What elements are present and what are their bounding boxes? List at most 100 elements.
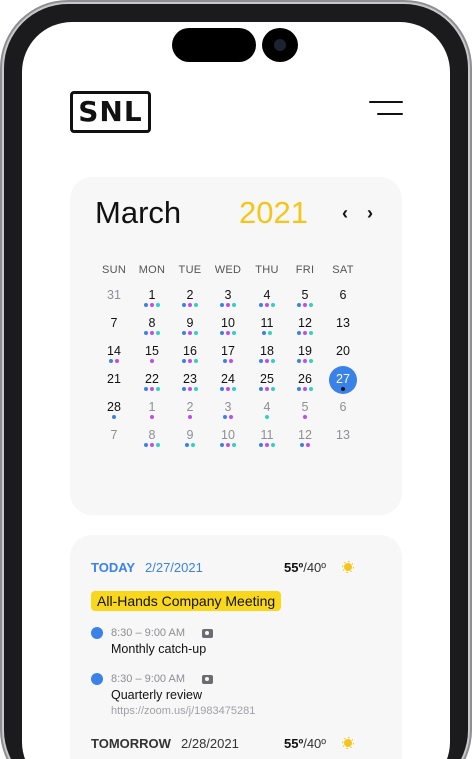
event-title[interactable]: Monthly catch-up: [111, 642, 206, 656]
calendar-day[interactable]: 4: [253, 287, 281, 313]
calendar-day[interactable]: 5: [291, 399, 319, 425]
calendar-day[interactable]: 9: [176, 427, 204, 453]
event-dot-blue: [220, 331, 224, 335]
month-title: March: [95, 195, 182, 230]
event-dot-teal: [309, 359, 313, 363]
weekday-label: SUN: [101, 264, 127, 276]
event-dot-purple: [226, 443, 230, 447]
day-number: 10: [221, 428, 235, 442]
day-number: 31: [107, 288, 121, 302]
day-number: 4: [263, 288, 271, 302]
video-icon: [202, 629, 213, 638]
event-dot-teal: [156, 443, 160, 447]
calendar-day[interactable]: 11: [253, 427, 281, 453]
calendar-day[interactable]: 15: [138, 343, 166, 369]
calendar-day[interactable]: 10: [214, 427, 242, 453]
today-temp-high: 55º: [284, 560, 304, 575]
event-dots: [176, 415, 204, 419]
event-dot-blue: [144, 303, 148, 307]
tomorrow-weather: 55º/40º: [284, 736, 326, 751]
calendar-day[interactable]: 22: [138, 371, 166, 397]
event-dot-blue: [112, 415, 116, 419]
calendar-day[interactable]: 26: [291, 371, 319, 397]
calendar-day[interactable]: 14: [100, 343, 128, 369]
hamburger-icon-line-bottom: [377, 113, 403, 115]
calendar-day[interactable]: 10: [214, 315, 242, 341]
highlight-event[interactable]: All-Hands Company Meeting: [91, 591, 282, 611]
event-dots: [253, 359, 281, 363]
calendar-day[interactable]: 3: [214, 287, 242, 313]
day-number: 8: [148, 428, 156, 442]
calendar-day[interactable]: 13: [329, 427, 357, 453]
day-number: 4: [263, 400, 271, 414]
calendar-day[interactable]: 9: [176, 315, 204, 341]
event-dot-blue: [182, 303, 186, 307]
event-dots: [214, 303, 242, 307]
calendar-day[interactable]: 16: [176, 343, 204, 369]
today-label: TODAY: [91, 560, 136, 575]
sun-icon: [340, 735, 356, 751]
calendar-day[interactable]: 19: [291, 343, 319, 369]
event-dot-teal: [194, 303, 198, 307]
event-dot-blue: [185, 443, 189, 447]
calendar-day[interactable]: 6: [329, 399, 357, 425]
event-dots: [291, 443, 319, 447]
menu-button[interactable]: [367, 98, 403, 120]
event-dot-purple: [226, 331, 230, 335]
calendar-day[interactable]: 18: [253, 343, 281, 369]
calendar-day[interactable]: 17: [214, 343, 242, 369]
event-dot-teal: [309, 331, 313, 335]
day-number: 21: [107, 372, 121, 386]
day-number: 12: [298, 428, 312, 442]
calendar-day[interactable]: 1: [138, 287, 166, 313]
calendar-day[interactable]: 12: [291, 427, 319, 453]
calendar-day[interactable]: 13: [329, 315, 357, 341]
day-number: 10: [221, 316, 235, 330]
sun-icon: [340, 559, 356, 575]
calendar-day[interactable]: 3: [214, 399, 242, 425]
event-dot-teal: [194, 387, 198, 391]
calendar-day[interactable]: 8: [138, 315, 166, 341]
day-number: 28: [107, 400, 121, 414]
day-number: 1: [148, 288, 156, 302]
event-dot-purple: [303, 303, 307, 307]
logo[interactable]: SNL: [70, 91, 151, 133]
calendar-day[interactable]: 23: [176, 371, 204, 397]
calendar-day[interactable]: 7: [100, 315, 128, 341]
calendar-day[interactable]: 21: [100, 371, 128, 397]
event-dot-teal: [265, 415, 269, 419]
calendar-day[interactable]: 2: [176, 399, 204, 425]
today-weather: 55º/40º: [284, 560, 326, 575]
calendar-day[interactable]: 12: [291, 315, 319, 341]
event-dots: [214, 331, 242, 335]
calendar-day[interactable]: 7: [100, 427, 128, 453]
calendar-day[interactable]: 24: [214, 371, 242, 397]
event-dot-blue: [220, 443, 224, 447]
day-number: 18: [260, 344, 274, 358]
next-month-button[interactable]: ›: [361, 203, 379, 224]
event-title[interactable]: Quarterly review: [111, 688, 202, 702]
event-dots: [214, 443, 242, 447]
event-dot-dark: [341, 387, 345, 391]
weekday-label: TUE: [178, 264, 202, 276]
calendar-day[interactable]: 28: [100, 399, 128, 425]
event-dot-teal: [271, 387, 275, 391]
day-number: 22: [145, 372, 159, 386]
calendar-day[interactable]: 1: [138, 399, 166, 425]
calendar-day[interactable]: 6: [329, 287, 357, 313]
calendar-day[interactable]: 8: [138, 427, 166, 453]
event-link[interactable]: https://zoom.us/j/1983475281: [111, 705, 255, 717]
prev-month-button[interactable]: ‹: [336, 203, 354, 224]
calendar-day[interactable]: 5: [291, 287, 319, 313]
calendar-day[interactable]: 11: [253, 315, 281, 341]
calendar-day[interactable]: 2: [176, 287, 204, 313]
event-dot-teal: [232, 443, 236, 447]
event-dot-purple: [303, 331, 307, 335]
calendar-day[interactable]: 31: [100, 287, 128, 313]
event-dot-teal: [271, 359, 275, 363]
calendar-day[interactable]: 4: [253, 399, 281, 425]
calendar-day[interactable]: 25: [253, 371, 281, 397]
calendar-day-selected[interactable]: 27: [329, 366, 357, 397]
event-dot-purple: [303, 359, 307, 363]
event-dot-purple: [265, 303, 269, 307]
